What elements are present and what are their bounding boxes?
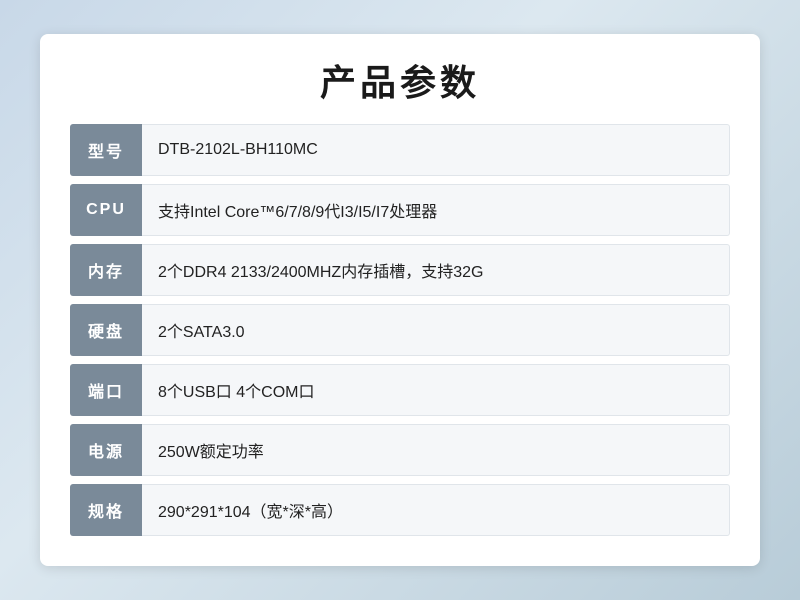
spec-label-5: 电源 (70, 424, 142, 476)
spec-label-3: 硬盘 (70, 304, 142, 356)
spec-row: 硬盘2个SATA3.0 (70, 304, 730, 356)
spec-label-1: CPU (70, 184, 142, 236)
spec-value-2: 2个DDR4 2133/2400MHZ内存插槽，支持32G (142, 244, 730, 296)
page-title: 产品参数 (70, 54, 730, 106)
spec-value-0: DTB-2102L-BH110MC (142, 124, 730, 176)
spec-row: CPU支持Intel Core™6/7/8/9代I3/I5/I7处理器 (70, 184, 730, 236)
spec-label-6: 规格 (70, 484, 142, 536)
spec-row: 内存2个DDR4 2133/2400MHZ内存插槽，支持32G (70, 244, 730, 296)
spec-value-3: 2个SATA3.0 (142, 304, 730, 356)
spec-value-6: 290*291*104（宽*深*高） (142, 484, 730, 536)
spec-row: 端口8个USB口 4个COM口 (70, 364, 730, 416)
spec-row: 规格290*291*104（宽*深*高） (70, 484, 730, 536)
product-spec-card: 产品参数 型号DTB-2102L-BH110MCCPU支持Intel Core™… (40, 34, 760, 566)
spec-value-5: 250W额定功率 (142, 424, 730, 476)
spec-value-4: 8个USB口 4个COM口 (142, 364, 730, 416)
spec-label-2: 内存 (70, 244, 142, 296)
spec-label-4: 端口 (70, 364, 142, 416)
spec-label-0: 型号 (70, 124, 142, 176)
spec-row: 型号DTB-2102L-BH110MC (70, 124, 730, 176)
spec-table: 型号DTB-2102L-BH110MCCPU支持Intel Core™6/7/8… (70, 124, 730, 536)
spec-row: 电源250W额定功率 (70, 424, 730, 476)
spec-value-1: 支持Intel Core™6/7/8/9代I3/I5/I7处理器 (142, 184, 730, 236)
